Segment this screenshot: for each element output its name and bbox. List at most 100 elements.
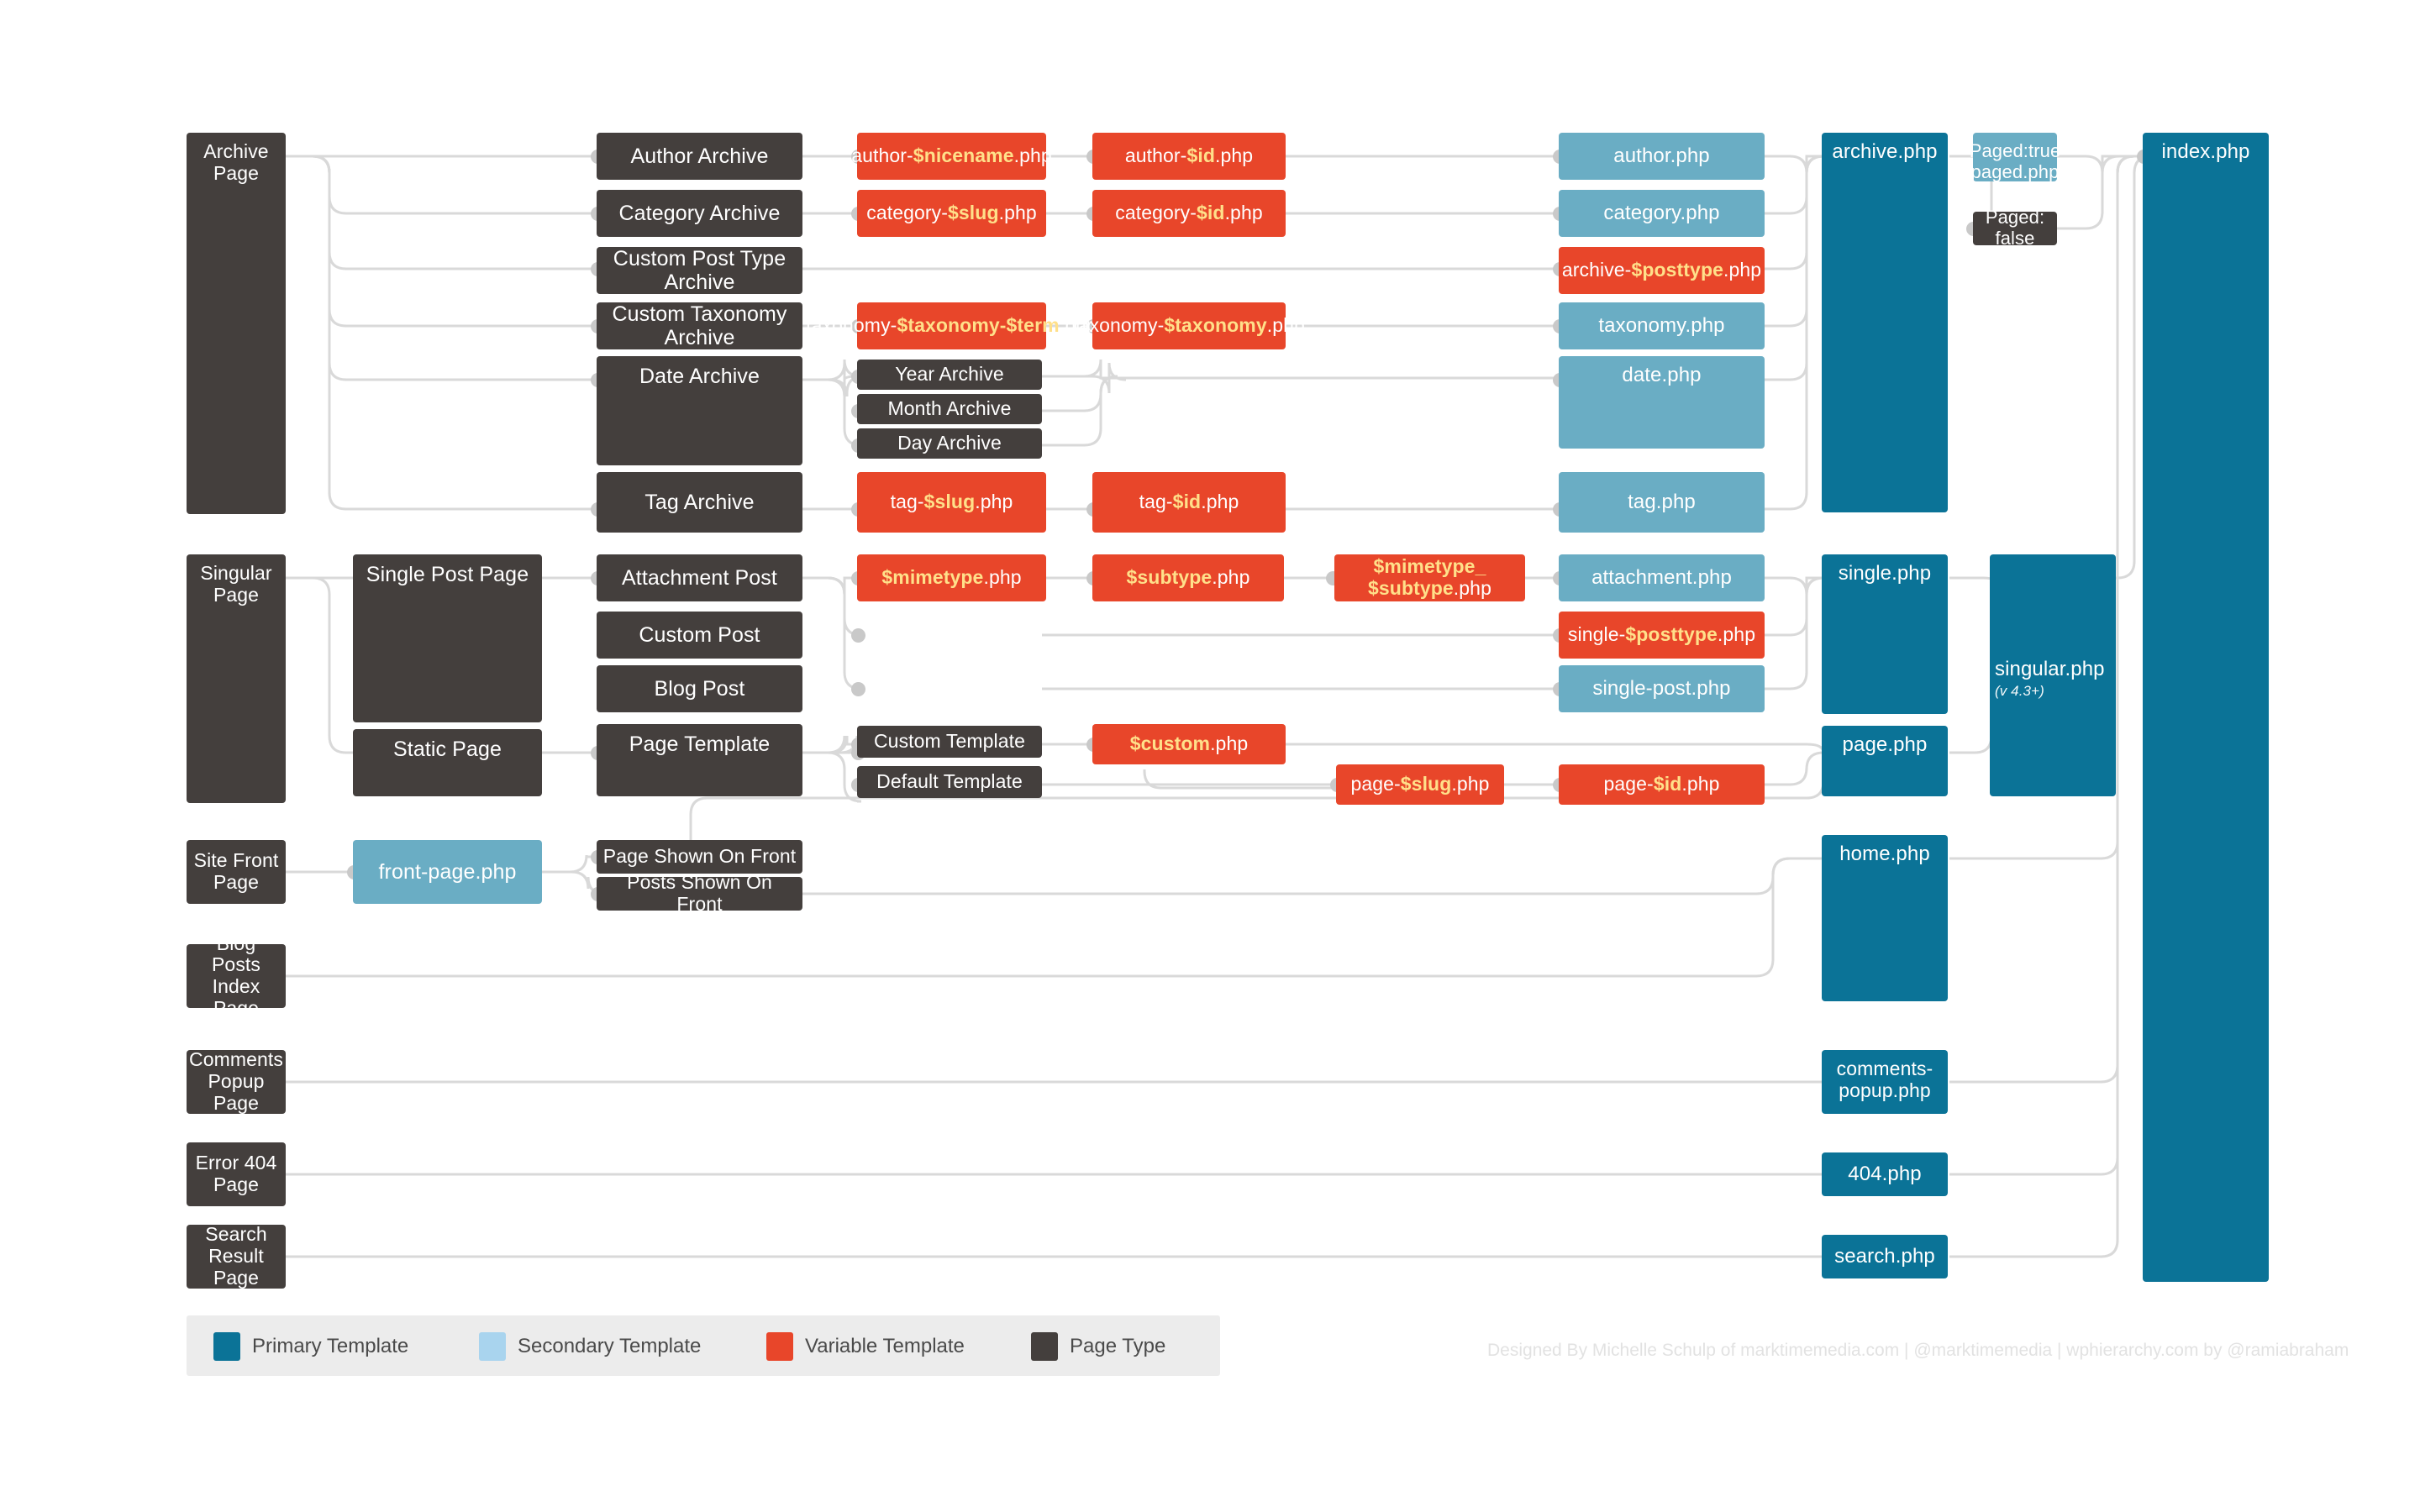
- node-category-php[interactable]: category.php: [1559, 190, 1765, 237]
- node-singular-php[interactable]: singular.php (v 4.3+): [1990, 554, 2116, 796]
- node-label: $mimetype_ $subtype.php: [1368, 555, 1491, 599]
- node-page-id-php[interactable]: page-$id.php: [1559, 764, 1765, 805]
- node-attachment-post[interactable]: Attachment Post: [597, 554, 802, 601]
- legend-label: Page Type: [1070, 1335, 1166, 1357]
- node-year-archive[interactable]: Year Archive: [857, 360, 1042, 390]
- node-label: Custom Post: [639, 623, 760, 647]
- node-singular-page[interactable]: Singular Page: [187, 554, 286, 803]
- node-category-id-php[interactable]: category-$id.php: [1092, 190, 1286, 237]
- node-custom-taxonomy-archive[interactable]: Custom Taxonomy Archive: [597, 302, 802, 349]
- node-label: category-$id.php: [1115, 202, 1263, 224]
- node-label: Page Template: [629, 732, 771, 756]
- node-archive-page[interactable]: Archive Page: [187, 133, 286, 514]
- node-label: taxonomy.php: [1598, 313, 1725, 337]
- node-attachment-php[interactable]: attachment.php: [1559, 554, 1765, 601]
- node-search-result-page[interactable]: Search Result Page: [187, 1223, 286, 1289]
- node-label: Archive Page: [203, 140, 269, 184]
- node-label: Default Template: [876, 770, 1023, 793]
- node-label: Date Archive: [639, 365, 760, 388]
- node-single-posttype-php[interactable]: single-$posttype.php: [1559, 612, 1765, 659]
- node-label: Page Shown On Front: [602, 845, 797, 868]
- node-mimetype-subtype-php[interactable]: $mimetype_ $subtype.php: [1334, 554, 1525, 601]
- node-label: comments-popup.php: [1836, 1058, 1933, 1101]
- legend-label: Variable Template: [805, 1335, 965, 1357]
- node-label: Comments Popup Page: [189, 1048, 283, 1114]
- node-label: tag-$slug.php: [890, 491, 1013, 513]
- node-paged-true[interactable]: Paged:true paged.php: [1970, 133, 2060, 182]
- node-category-archive[interactable]: Category Archive: [597, 190, 802, 237]
- connector-dot: [851, 682, 865, 696]
- node-comments-popup-page[interactable]: Comments Popup Page: [187, 1048, 286, 1114]
- node-comments-popup-php[interactable]: comments-popup.php: [1822, 1050, 1948, 1114]
- node-custom-php[interactable]: $custom.php: [1092, 724, 1286, 764]
- node-author-archive[interactable]: Author Archive: [597, 133, 802, 180]
- node-author-php[interactable]: author.php: [1559, 133, 1765, 180]
- node-author-id-php[interactable]: author-$id.php: [1092, 133, 1286, 180]
- node-label: taxonomy-$taxonomy.php: [1073, 314, 1305, 337]
- node-date-php[interactable]: date.php: [1559, 356, 1765, 449]
- node-default-template[interactable]: Default Template: [857, 766, 1042, 798]
- node-label: Posts Shown On Front: [627, 871, 772, 915]
- node-posts-shown-on-front[interactable]: Posts Shown On Front: [597, 871, 802, 915]
- node-label: page-$id.php: [1603, 773, 1720, 795]
- node-label: singular.php: [1995, 657, 2105, 680]
- node-single-php[interactable]: single.php: [1822, 554, 1948, 714]
- node-blog-posts-index-page[interactable]: Blog Posts Index Page: [187, 932, 286, 1019]
- node-page-php[interactable]: page.php: [1822, 726, 1948, 796]
- legend-item-page-type: Page Type: [1031, 1332, 1165, 1361]
- node-search-php[interactable]: search.php: [1822, 1235, 1948, 1278]
- node-label: search.php: [1834, 1244, 1935, 1268]
- node-subtype-php[interactable]: $subtype.php: [1092, 554, 1284, 601]
- node-single-post-php[interactable]: single-post.php: [1559, 665, 1765, 712]
- node-label: Static Page: [393, 738, 502, 761]
- node-label: $mimetype.php: [881, 566, 1022, 589]
- node-tag-php[interactable]: tag.php: [1559, 472, 1765, 533]
- node-label: category.php: [1603, 201, 1720, 224]
- node-label: Month Archive: [887, 397, 1012, 420]
- node-taxonomy-term-php[interactable]: taxonomy-$taxonomy-$term.php: [806, 302, 1097, 349]
- node-label: Day Archive: [897, 432, 1002, 454]
- node-label: Paged:true paged.php: [1969, 140, 2061, 182]
- node-error-404-page[interactable]: Error 404 Page: [187, 1142, 286, 1206]
- node-404-php[interactable]: 404.php: [1822, 1152, 1948, 1196]
- node-custom-template[interactable]: Custom Template: [857, 726, 1042, 758]
- node-month-archive[interactable]: Month Archive: [857, 394, 1042, 424]
- node-date-archive[interactable]: Date Archive: [597, 356, 802, 465]
- node-label: Search Result Page: [205, 1223, 267, 1289]
- node-label: index.php: [2161, 140, 2250, 163]
- node-taxonomy-php[interactable]: taxonomy-$taxonomy.php: [1073, 302, 1305, 349]
- node-page-template[interactable]: Page Template: [597, 724, 802, 796]
- node-page-slug-php[interactable]: page-$slug.php: [1336, 764, 1504, 805]
- node-archive-php[interactable]: archive.php: [1822, 133, 1948, 512]
- node-single-post-page[interactable]: Single Post Page: [353, 554, 542, 722]
- node-tag-archive[interactable]: Tag Archive: [597, 472, 802, 533]
- node-archive-posttype-php[interactable]: archive-$posttype.php: [1559, 247, 1765, 294]
- node-tag-id-php[interactable]: tag-$id.php: [1092, 472, 1286, 533]
- node-category-slug-php[interactable]: category-$slug.php: [857, 190, 1046, 237]
- node-label: archive-$posttype.php: [1561, 259, 1762, 281]
- legend-label: Primary Template: [252, 1335, 409, 1357]
- node-label: page.php: [1842, 733, 1928, 756]
- node-static-page[interactable]: Static Page: [353, 729, 542, 796]
- node-day-archive[interactable]: Day Archive: [857, 428, 1042, 459]
- node-label: Year Archive: [895, 363, 1004, 386]
- node-version-note: (v 4.3+): [1995, 683, 2044, 700]
- node-custom-post[interactable]: Custom Post: [597, 612, 802, 659]
- node-label: Custom Template: [873, 730, 1026, 753]
- node-blog-post[interactable]: Blog Post: [597, 665, 802, 712]
- node-author-nicename-php[interactable]: author-$nicename.php: [851, 133, 1052, 180]
- node-front-page-php[interactable]: front-page.php: [353, 840, 542, 904]
- node-home-php[interactable]: home.php: [1822, 835, 1948, 1001]
- node-mimetype-php[interactable]: $mimetype.php: [857, 554, 1046, 601]
- node-index-php[interactable]: index.php: [2143, 133, 2269, 1282]
- node-tag-slug-php[interactable]: tag-$slug.php: [857, 472, 1046, 533]
- node-site-front-page[interactable]: Site Front Page: [187, 840, 286, 904]
- node-label: Tag Archive: [644, 491, 755, 514]
- legend-label: Secondary Template: [518, 1335, 702, 1357]
- node-taxonomy-base-php[interactable]: taxonomy.php: [1559, 302, 1765, 349]
- node-page-shown-on-front[interactable]: Page Shown On Front: [597, 840, 802, 874]
- node-paged-false[interactable]: Paged: false: [1973, 207, 2057, 249]
- node-label: 404.php: [1848, 1162, 1922, 1185]
- node-custom-post-type-archive[interactable]: Custom Post Type Archive: [597, 247, 802, 294]
- node-label: single.php: [1838, 562, 1932, 585]
